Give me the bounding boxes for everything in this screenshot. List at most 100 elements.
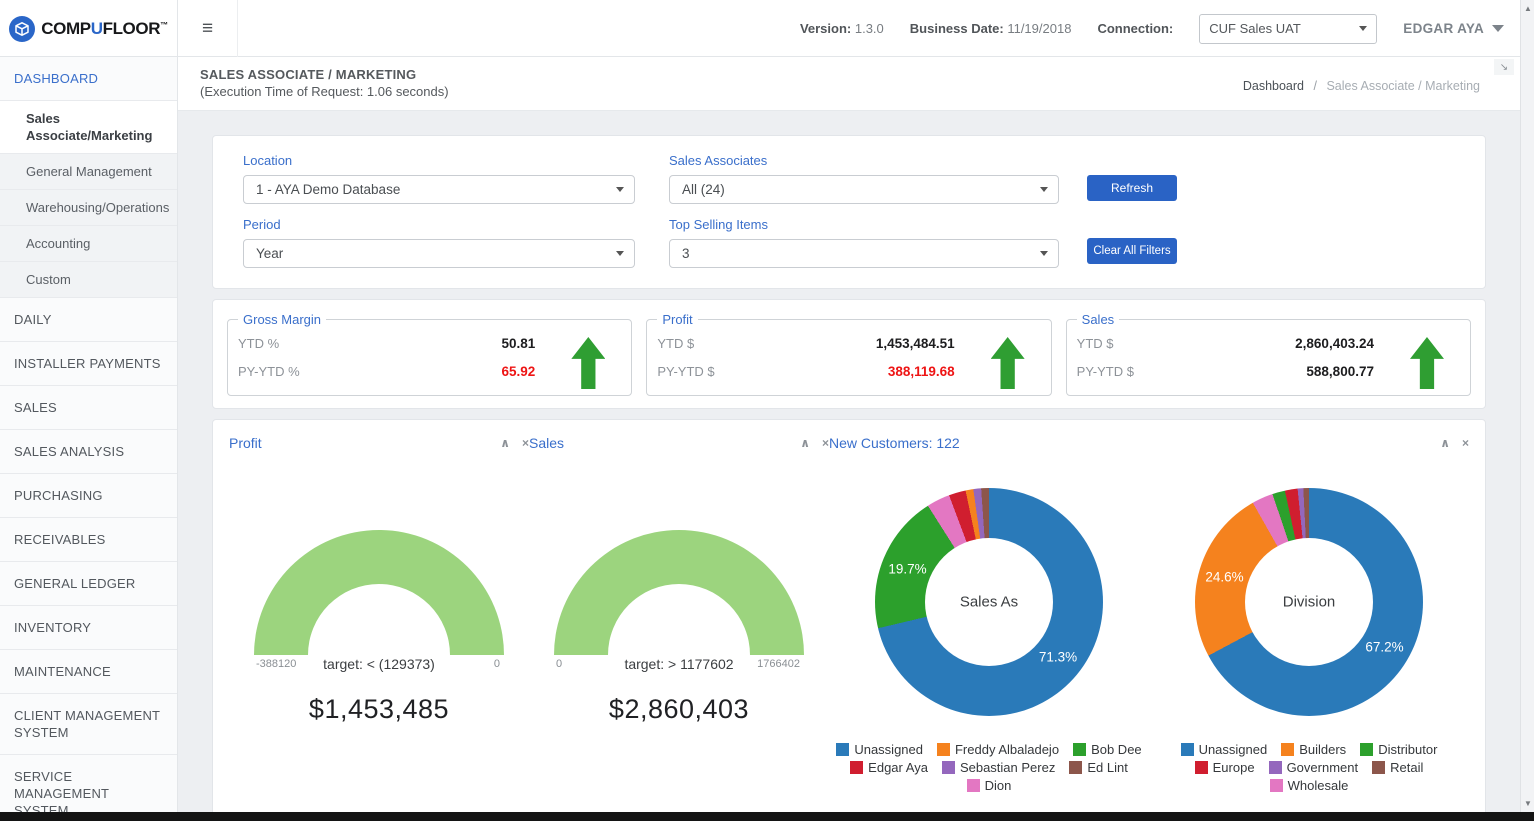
select-caret-icon <box>1040 187 1048 192</box>
legend-label: Ed Lint <box>1087 760 1127 775</box>
sidebar-item-sales-associate-marketing[interactable]: Sales Associate/Marketing <box>0 101 177 154</box>
collapse-widget-icon[interactable]: ∧ <box>1440 436 1450 450</box>
main-area: SALES ASSOCIATE / MARKETING (Execution T… <box>178 57 1520 812</box>
sidebar-item-client-management-system[interactable]: CLIENT MANAGEMENT SYSTEM <box>0 694 177 755</box>
legend-item-unassigned[interactable]: Unassigned <box>1181 742 1268 757</box>
sidebar-item-dashboard[interactable]: DASHBOARD <box>0 57 177 101</box>
legend-swatch-icon <box>1069 761 1082 774</box>
vertical-scrollbar[interactable]: ▲ ▼ <box>1520 0 1534 812</box>
legend-item-bob-dee[interactable]: Bob Dee <box>1073 742 1142 757</box>
gauge-max-tick: 0 <box>494 658 500 670</box>
close-widget-icon[interactable]: × <box>522 436 529 450</box>
slice-percent-label: 71.3% <box>1039 649 1077 664</box>
compufloor-logo-icon <box>9 16 35 42</box>
legend-label: Bob Dee <box>1091 742 1142 757</box>
top-selling-items-label: Top Selling Items <box>669 217 1059 232</box>
top-selling-items-select[interactable]: 3 <box>669 239 1059 268</box>
sidebar-nav: DASHBOARDSales Associate/MarketingGenera… <box>0 57 178 812</box>
clear-all-filters-button[interactable]: Clear All Filters <box>1087 238 1177 264</box>
horizontal-scrollbar[interactable] <box>0 812 1534 821</box>
kpi-card-sales: Sales YTD $2,860,403.24 PY-YTD $588,800.… <box>1066 312 1471 396</box>
connection-select[interactable]: CUF Sales UAT <box>1199 14 1377 44</box>
legend-item-government[interactable]: Government <box>1269 760 1359 775</box>
sidebar-item-maintenance[interactable]: MAINTENANCE <box>0 650 177 694</box>
legend-item-ed-lint[interactable]: Ed Lint <box>1069 760 1127 775</box>
legend-label: Sebastian Perez <box>960 760 1055 775</box>
legend-swatch-icon <box>937 743 950 756</box>
sidebar-item-purchasing[interactable]: PURCHASING <box>0 474 177 518</box>
legend-swatch-icon <box>1281 743 1294 756</box>
sales-associates-select[interactable]: All (24) <box>669 175 1059 204</box>
sidebar-item-general-management[interactable]: General Management <box>0 154 177 190</box>
legend-label: Distributor <box>1378 742 1437 757</box>
legend-swatch-icon <box>1073 743 1086 756</box>
legend-item-distributor[interactable]: Distributor <box>1360 742 1437 757</box>
slice-percent-label: 19.7% <box>888 561 926 576</box>
widget-title: Profit <box>229 435 262 451</box>
legend-swatch-icon <box>1360 743 1373 756</box>
legend-item-sebastian-perez[interactable]: Sebastian Perez <box>942 760 1055 775</box>
scroll-down-icon[interactable]: ▼ <box>1521 799 1534 808</box>
legend-label: Unassigned <box>1199 742 1268 757</box>
sidebar-item-service-management-system[interactable]: SERVICE MANAGEMENT SYSTEM <box>0 755 177 812</box>
legend-label: Builders <box>1299 742 1346 757</box>
sidebar-item-warehousing-operations[interactable]: Warehousing/Operations <box>0 190 177 226</box>
legend-item-retail[interactable]: Retail <box>1372 760 1423 775</box>
widget-title: Sales <box>529 435 564 451</box>
sales-as-donut-center-label: Sales As <box>960 594 1018 611</box>
collapse-header-icon[interactable]: ↘ <box>1494 59 1514 75</box>
collapse-widget-icon[interactable]: ∧ <box>500 436 510 450</box>
period-select[interactable]: Year <box>243 239 635 268</box>
select-caret-icon <box>616 251 624 256</box>
gauge-value: $1,453,485 <box>254 694 504 725</box>
filters-panel: Location 1 - AYA Demo Database Period Ye… <box>212 135 1486 289</box>
legend-item-unassigned[interactable]: Unassigned <box>836 742 923 757</box>
legend-label: Europe <box>1213 760 1255 775</box>
division-donut-chart: Division67.2%24.6%UnassignedBuildersDist… <box>1149 488 1469 793</box>
sidebar-item-sales-analysis[interactable]: SALES ANALYSIS <box>0 430 177 474</box>
sidebar-item-general-ledger[interactable]: GENERAL LEDGER <box>0 562 177 606</box>
legend-item-builders[interactable]: Builders <box>1281 742 1346 757</box>
hamburger-menu-icon[interactable]: ≡ <box>178 0 238 57</box>
user-menu[interactable]: EDGAR AYA <box>1403 21 1504 36</box>
sidebar-item-accounting[interactable]: Accounting <box>0 226 177 262</box>
kpi-row-label: YTD $ <box>1077 336 1187 351</box>
breadcrumb: Dashboard / Sales Associate / Marketing <box>1243 79 1480 93</box>
legend-item-europe[interactable]: Europe <box>1195 760 1255 775</box>
sidebar-item-daily[interactable]: DAILY <box>0 298 177 342</box>
kpi-row-value: 2,860,403.24 <box>1187 336 1374 351</box>
kpi-row-value: 588,800.77 <box>1187 364 1374 379</box>
close-widget-icon[interactable]: × <box>1462 436 1469 450</box>
widget-title: New Customers: 122 <box>829 435 960 451</box>
close-widget-icon[interactable]: × <box>822 436 829 450</box>
breadcrumb-dashboard-link[interactable]: Dashboard <box>1243 79 1304 93</box>
gauge-arc <box>554 530 804 655</box>
legend-item-edgar-aya[interactable]: Edgar Aya <box>850 760 928 775</box>
sidebar-item-inventory[interactable]: INVENTORY <box>0 606 177 650</box>
sidebar-item-custom[interactable]: Custom <box>0 262 177 298</box>
sales-as-donut-chart: Sales As 71.3% 19.7% Unassigned Freddy Albal… <box>829 488 1149 793</box>
kpi-row-label: PY-YTD % <box>238 364 348 379</box>
breadcrumb-current: Sales Associate / Marketing <box>1326 79 1480 93</box>
kpi-title: Gross Margin <box>238 312 326 327</box>
page-header: SALES ASSOCIATE / MARKETING (Execution T… <box>178 57 1520 111</box>
legend-label: Wholesale <box>1288 778 1349 793</box>
legend-label: Dion <box>985 778 1012 793</box>
legend-label: Edgar Aya <box>868 760 928 775</box>
location-select[interactable]: 1 - AYA Demo Database <box>243 175 635 204</box>
refresh-button[interactable]: Refresh <box>1087 175 1177 201</box>
gauge-max-tick: 1766402 <box>757 658 800 670</box>
sales-as-donut-legend: Unassigned Freddy Albaladejo Bob Dee Edgar … <box>829 742 1149 793</box>
kpi-row-value: 388,119.68 <box>767 364 954 379</box>
kpi-card-gross-margin: Gross Margin YTD %50.81 PY-YTD %65.92 <box>227 312 632 396</box>
sidebar-item-receivables[interactable]: RECEIVABLES <box>0 518 177 562</box>
sidebar-item-installer-payments[interactable]: INSTALLER PAYMENTS <box>0 342 177 386</box>
legend-item-freddy-albaladejo[interactable]: Freddy Albaladejo <box>937 742 1059 757</box>
sidebar-item-sales[interactable]: SALES <box>0 386 177 430</box>
scroll-up-icon[interactable]: ▲ <box>1521 4 1534 13</box>
sales-associates-label: Sales Associates <box>669 153 1059 168</box>
legend-item-wholesale[interactable]: Wholesale <box>1270 778 1349 793</box>
collapse-widget-icon[interactable]: ∧ <box>800 436 810 450</box>
chevron-down-icon <box>1492 25 1504 32</box>
legend-item-dion[interactable]: Dion <box>967 778 1012 793</box>
